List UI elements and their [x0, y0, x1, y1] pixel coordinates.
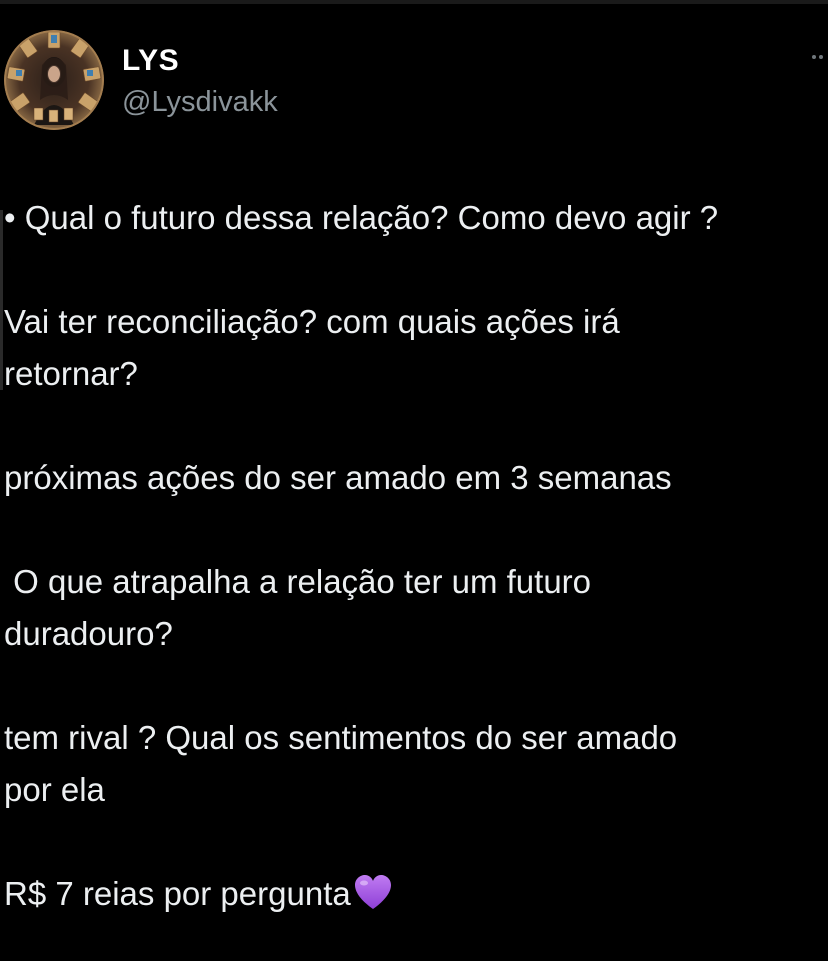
author-name[interactable]: LYS [122, 44, 179, 78]
tweet-paragraph: • Qual o futuro dessa relação? Como devo… [4, 199, 719, 236]
more-options-icon[interactable] [812, 52, 824, 62]
tweet-price-line: R$ 7 reias por pergunta [4, 868, 824, 920]
tweet-paragraph: Vai ter reconciliação? com quais ações i… [4, 303, 620, 392]
tweet-text: • Qual o futuro dessa relação? Como devo… [4, 192, 824, 920]
tweet-paragraph: tem rival ? Qual os sentimentos do ser a… [4, 719, 678, 808]
tweet-header: LYS @Lysdivakk [4, 30, 824, 134]
top-divider [0, 0, 828, 4]
left-edge-divider [0, 210, 3, 390]
avatar[interactable] [4, 30, 104, 130]
purple-heart-icon [353, 873, 393, 913]
tweet-paragraph: próximas ações do ser amado em 3 semanas [4, 459, 672, 496]
author-handle[interactable]: @Lysdivakk [122, 86, 278, 119]
tweet-paragraph: O que atrapalha a relação ter um futuro … [4, 563, 592, 652]
tweet-paragraph: R$ 7 reias por pergunta [4, 875, 351, 912]
avatar-image [4, 30, 104, 130]
